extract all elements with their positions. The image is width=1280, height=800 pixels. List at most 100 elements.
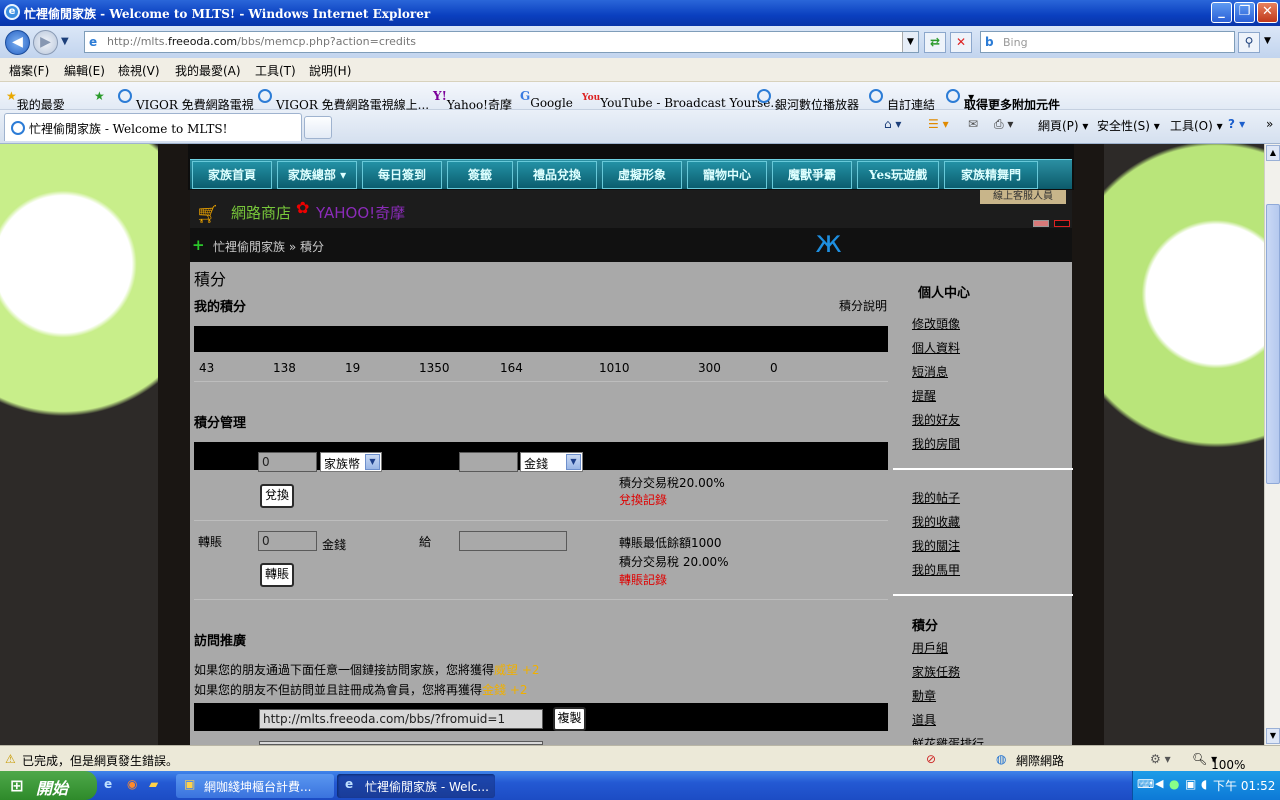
sidebar-item-profile[interactable]: 個人資料 [912,339,960,356]
sidebar-item-avatar[interactable]: 修改頭像 [912,315,960,332]
sidebar-item-posts[interactable]: 我的帖子 [912,489,960,506]
fav-vigor-1[interactable]: VIGOR 免費網路電視 [118,89,254,112]
sidebar-item-items[interactable]: 道具 [912,711,936,728]
yahoo-link[interactable]: YAHOO!奇摩 [316,202,405,223]
menu-favorites[interactable]: 我的最愛(A) [175,62,241,79]
start-button[interactable]: ⊞ 開始 [0,771,97,800]
sidebar-item-alts[interactable]: 我的馬甲 [912,561,960,578]
tab-active[interactable]: 忙裡偷閒家族 - Welcome to MLTS! [4,113,302,141]
transfer-record-link[interactable]: 轉賬記錄 [619,571,667,588]
refresh-button[interactable]: ⇄ [924,32,946,53]
nav-headquarters[interactable]: 家族總部 ▾ [277,161,357,189]
shop-link[interactable]: 網路商店 [231,202,291,223]
nav-pets[interactable]: 寵物中心 [687,161,767,189]
nav-home[interactable]: 家族首頁 [192,161,272,189]
transfer-button[interactable]: 轉賬 [260,563,294,587]
page-menu[interactable]: 網頁(P) ▾ [1038,117,1088,134]
keyboard-icon[interactable]: ⌨ [1137,777,1154,791]
nav-avatar[interactable]: 虛擬形象 [602,161,682,189]
sidebar-item-favorites[interactable]: 我的收藏 [912,513,960,530]
volume-icon[interactable]: ◖ [1201,777,1207,791]
fav-custom-links[interactable]: 自訂連結 [869,89,935,112]
minimize-button[interactable]: _ [1211,2,1232,23]
nav-checkin[interactable]: 每日簽到 [362,161,442,189]
mail-icon[interactable]: ✉ [968,117,978,131]
from-currency-select[interactable]: 家族幣 ▼ [320,452,382,472]
search-options-icon[interactable]: ▼ [1264,36,1271,46]
sidebar-item-notices[interactable]: 提醒 [912,387,936,404]
history-dropdown-icon[interactable]: ▼ [61,36,69,47]
color-swatch-2[interactable] [1054,220,1070,227]
fav-yahoo[interactable]: Y! Yahoo!奇摩 [433,89,512,112]
nav-draw[interactable]: 簽籤 [447,161,513,189]
zoom-level[interactable]: 🔍︎ 100% ▾ [1192,752,1245,772]
help-icon[interactable]: ? ▾ [1228,117,1245,131]
search-box[interactable]: b Bing [980,31,1235,53]
breadcrumb-home[interactable]: 忙裡偷閒家族 [213,240,285,254]
back-button[interactable]: ◀ [5,30,30,55]
sidebar-item-following[interactable]: 我的關注 [912,537,960,554]
menu-tools[interactable]: 工具(T) [255,62,296,79]
quicklaunch-browser-icon[interactable]: ◉ [127,777,137,791]
taskbar-item-ie[interactable]: e 忙裡偷閒家族 - Welc... [337,774,495,798]
online-service-button[interactable]: 線上客服人員 [980,190,1066,204]
tray-app-icon[interactable]: ● [1169,777,1179,791]
sidebar-item-medals[interactable]: 勳章 [912,687,936,704]
scrollbar-thumb[interactable] [1266,204,1280,484]
sidebar-item-messages[interactable]: 短消息 [912,363,948,380]
tray-expand-icon[interactable]: ◀ [1155,777,1163,790]
exchange-amount-input[interactable]: 0 [258,452,317,472]
address-bar[interactable]: e http://mlts.freeoda.com/bbs/memcp.php?… [84,31,919,53]
scroll-down-icon[interactable]: ▼ [1266,728,1280,744]
color-swatch-1[interactable] [1033,220,1049,227]
chevron-more-icon[interactable]: » [1266,117,1273,131]
sidebar-credits-title[interactable]: 積分 [912,615,938,634]
sidebar-item-ranking[interactable]: 鮮花雞蛋排行 [912,735,984,745]
address-dropdown-icon[interactable]: ▼ [902,32,918,52]
nav-dance[interactable]: 家族精舞門 [944,161,1038,189]
menu-help[interactable]: 說明(H) [309,62,351,79]
network-icon[interactable]: ▣ [1185,777,1196,791]
sidebar-item-usergroup[interactable]: 用戶組 [912,639,948,656]
stop-button[interactable]: ✕ [950,32,972,53]
menu-edit[interactable]: 編輯(E) [64,62,105,79]
clock[interactable]: 下午 01:52 [1213,777,1275,794]
transfer-recipient-input[interactable] [459,531,567,551]
protected-mode-icon[interactable]: ⚙ ▾ [1150,752,1171,766]
fav-google[interactable]: G Google [520,89,573,110]
print-icon[interactable]: ⎙ ▾ [994,117,1013,132]
menu-file[interactable]: 檔案(F) [9,62,49,79]
vertical-scrollbar[interactable]: ▲ ▼ [1264,144,1280,745]
tools-menu[interactable]: 工具(O) ▾ [1170,117,1223,134]
warning-icon[interactable]: ⚠ [5,752,16,766]
feeds-icon[interactable]: ☰ ▾ [928,117,949,131]
fav-youtube[interactable]: You YouTube - Broadcast Yourse... [582,89,782,110]
exchange-record-link[interactable]: 兌換記錄 [619,491,667,508]
add-favorite-icon[interactable]: ★ [94,89,105,103]
menu-view[interactable]: 檢視(V) [118,62,160,79]
new-tab-button[interactable] [304,116,332,139]
credits-help-link[interactable]: 積分說明 [839,297,887,314]
exchange-button[interactable]: 兌換 [260,484,294,508]
quicklaunch-folder-icon[interactable]: ▰ [149,777,158,791]
to-currency-select[interactable]: 金錢 ▼ [520,452,583,472]
scroll-up-icon[interactable]: ▲ [1266,145,1280,161]
nav-gifts[interactable]: 禮品兌換 [517,161,597,189]
fav-get-addons[interactable]: 取得更多附加元件 ▾ [946,89,1060,112]
taskbar-item-cafe[interactable]: ▣ 網咖綫坤櫃台計費... [176,774,334,798]
transfer-amount-input[interactable]: 0 [258,531,317,551]
home-icon[interactable]: ⌂ ▾ [884,117,901,131]
nav-games[interactable]: Yes玩遊戲 [857,161,939,189]
nav-warcraft[interactable]: 魔獸爭霸 [772,161,852,189]
referral-link-input[interactable]: http://mlts.freeoda.com/bbs/?fromuid=1 [259,709,543,729]
forward-button[interactable]: ▶ [33,30,58,55]
sidebar-item-friends[interactable]: 我的好友 [912,411,960,428]
fav-galaxy-player[interactable]: 銀河數位播放器 [757,89,859,112]
favorites-button[interactable]: ★ 我的最愛 [6,89,65,112]
fav-vigor-2[interactable]: VIGOR 免費網路電視線上... [258,89,429,112]
search-button[interactable]: ⚲ [1238,32,1260,53]
copy-button[interactable]: 複製 [553,707,586,731]
safety-menu[interactable]: 安全性(S) ▾ [1097,117,1160,134]
exchange-result-input[interactable] [459,452,518,472]
sidebar-item-tasks[interactable]: 家族任務 [912,663,960,680]
